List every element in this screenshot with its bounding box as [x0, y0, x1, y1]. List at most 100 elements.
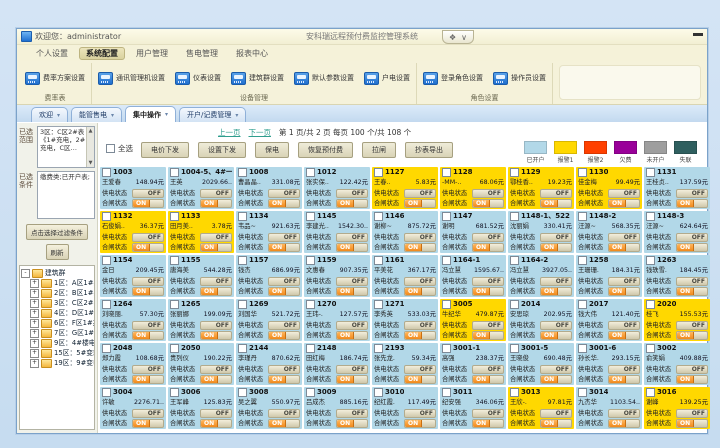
- switch-status-toggle[interactable]: ON: [676, 375, 708, 384]
- ribbon-button[interactable]: 通讯管理机设置: [98, 72, 165, 85]
- switch-status-toggle[interactable]: ON: [472, 243, 504, 252]
- supply-status-toggle[interactable]: OFF: [336, 409, 368, 418]
- selected-range-listbox[interactable]: 3区：C区2#表《1#充电，2#充电，C区… ▲ ▼: [37, 126, 95, 168]
- card-checkbox[interactable]: [442, 212, 451, 221]
- meter-card[interactable]: 1008 曹晶晶.. 331.08元 供电状态 OFF 合闸状态 ON: [236, 167, 302, 209]
- meter-card[interactable]: 1004-5、4#一 王英 2029.66.. 供电状态 OFF 合闸状态 ON: [168, 167, 234, 209]
- supply-status-toggle[interactable]: OFF: [676, 277, 708, 286]
- meter-card[interactable]: 1154 金日 209.45元 供电状态 OFF 合闸状态 ON: [100, 255, 166, 297]
- meter-card[interactable]: 2144 李瑾丹 870.62元 供电状态 OFF 合闸状态 ON: [236, 343, 302, 385]
- card-checkbox[interactable]: [510, 168, 519, 177]
- meter-card[interactable]: 1133 田月美.. 3.78元 供电状态 OFF 合闸状态 ON: [168, 211, 234, 253]
- meter-card[interactable]: 1159 文惠春 907.35元 供电状态 OFF 合闸状态 ON: [304, 255, 370, 297]
- supply-status-toggle[interactable]: OFF: [404, 321, 436, 330]
- supply-status-toggle[interactable]: OFF: [676, 365, 708, 374]
- ribbon-button[interactable]: 操作员设置: [493, 72, 546, 85]
- ribbon-toggle-control[interactable]: ❖ ∨: [442, 30, 474, 44]
- card-checkbox[interactable]: [238, 212, 247, 221]
- switch-status-toggle[interactable]: ON: [472, 375, 504, 384]
- toolbar-button[interactable]: 恢复预付费: [298, 142, 353, 158]
- meter-card[interactable]: 1128 -MM-.. 68.06元 供电状态 OFF 合闸状态 ON: [440, 167, 506, 209]
- meter-card[interactable]: 1263 钱轶雪. 184.45元 供电状态 OFF 合闸状态 ON: [644, 255, 710, 297]
- meter-card[interactable]: 1003 王爱春 148.94元 供电状态 OFF 合闸状态 ON: [100, 167, 166, 209]
- supply-status-toggle[interactable]: OFF: [404, 409, 436, 418]
- meter-card[interactable]: 3009 吕成杰 885.16元 供电状态 OFF 合闸状态 ON: [304, 387, 370, 429]
- switch-status-toggle[interactable]: ON: [608, 419, 640, 428]
- switch-status-toggle[interactable]: ON: [608, 287, 640, 296]
- switch-status-toggle[interactable]: ON: [404, 287, 436, 296]
- meter-card[interactable]: 1258 王珊珊. 184.31元 供电状态 OFF 合闸状态 ON: [576, 255, 642, 297]
- card-checkbox[interactable]: [374, 300, 383, 309]
- supply-status-toggle[interactable]: OFF: [268, 189, 300, 198]
- tree-item[interactable]: + 4区：D区1#井（D区1: [21, 308, 93, 318]
- switch-status-toggle[interactable]: ON: [608, 331, 640, 340]
- ribbon-button[interactable]: 户电设置: [364, 72, 410, 85]
- card-checkbox[interactable]: [306, 388, 315, 397]
- card-checkbox[interactable]: [238, 300, 247, 309]
- select-all-checkbox[interactable]: [106, 144, 115, 153]
- tab-1[interactable]: 能管售电 ▾: [71, 107, 122, 122]
- card-checkbox[interactable]: [170, 300, 179, 309]
- card-checkbox[interactable]: [510, 212, 519, 221]
- switch-status-toggle[interactable]: ON: [608, 243, 640, 252]
- supply-status-toggle[interactable]: OFF: [540, 189, 572, 198]
- card-checkbox[interactable]: [578, 168, 587, 177]
- card-checkbox[interactable]: [238, 344, 247, 353]
- card-checkbox[interactable]: [646, 388, 655, 397]
- card-checkbox[interactable]: [170, 212, 179, 221]
- card-checkbox[interactable]: [170, 256, 179, 265]
- meter-card[interactable]: 2148 田红梅 186.74元 供电状态 OFF 合闸状态 ON: [304, 343, 370, 385]
- switch-status-toggle[interactable]: ON: [540, 375, 572, 384]
- card-checkbox[interactable]: [238, 388, 247, 397]
- meter-card[interactable]: 3001-5 王晓俊 690.48元 供电状态 OFF 合闸状态 ON: [508, 343, 574, 385]
- supply-status-toggle[interactable]: OFF: [132, 189, 164, 198]
- supply-status-toggle[interactable]: OFF: [200, 321, 232, 330]
- switch-status-toggle[interactable]: ON: [268, 331, 300, 340]
- switch-status-toggle[interactable]: ON: [268, 243, 300, 252]
- tree-item[interactable]: + 2区：B区1#井/B区1#: [21, 288, 93, 298]
- card-checkbox[interactable]: [442, 168, 451, 177]
- tree-expander-icon[interactable]: +: [30, 339, 39, 348]
- meter-card[interactable]: 3014 九杰华 1103.54.. 供电状态 OFF 合闸状态 ON: [576, 387, 642, 429]
- switch-status-toggle[interactable]: ON: [472, 419, 504, 428]
- supply-status-toggle[interactable]: OFF: [676, 321, 708, 330]
- card-checkbox[interactable]: [102, 168, 111, 177]
- supply-status-toggle[interactable]: OFF: [268, 365, 300, 374]
- toolbar-button[interactable]: 抄表导出: [405, 142, 453, 158]
- tree-expander-icon[interactable]: +: [30, 309, 39, 318]
- tree-expander-icon[interactable]: +: [30, 329, 39, 338]
- prev-page-link[interactable]: 上一页: [218, 127, 241, 138]
- switch-status-toggle[interactable]: ON: [132, 419, 164, 428]
- switch-status-toggle[interactable]: ON: [404, 419, 436, 428]
- card-checkbox[interactable]: [374, 256, 383, 265]
- supply-status-toggle[interactable]: OFF: [268, 277, 300, 286]
- supply-status-toggle[interactable]: OFF: [608, 365, 640, 374]
- scroll-up-icon[interactable]: ▲: [89, 127, 93, 135]
- toolbar-button[interactable]: 拉闸: [362, 142, 396, 158]
- ribbon-button[interactable]: 仪表设置: [175, 72, 221, 85]
- menu-item-1[interactable]: 系统配置: [79, 47, 125, 60]
- switch-status-toggle[interactable]: ON: [676, 199, 708, 208]
- choose-filter-button[interactable]: 点击选择过滤条件: [26, 224, 88, 240]
- card-checkbox[interactable]: [170, 344, 179, 353]
- switch-status-toggle[interactable]: ON: [200, 243, 232, 252]
- card-checkbox[interactable]: [306, 168, 315, 177]
- supply-status-toggle[interactable]: OFF: [336, 189, 368, 198]
- tab-menu-icon[interactable]: ▾: [57, 112, 60, 119]
- tree-expander-icon[interactable]: -: [21, 269, 30, 278]
- meter-card[interactable]: 3001-6 孙长华. 293.15元 供电状态 OFF 合闸状态 ON: [576, 343, 642, 385]
- meter-card[interactable]: 3013 王欣-. 97.81元 供电状态 OFF 合闸状态 ON: [508, 387, 574, 429]
- switch-status-toggle[interactable]: ON: [132, 331, 164, 340]
- supply-status-toggle[interactable]: OFF: [132, 233, 164, 242]
- supply-status-toggle[interactable]: OFF: [336, 233, 368, 242]
- supply-status-toggle[interactable]: OFF: [540, 409, 572, 418]
- tab-0[interactable]: 欢迎 ▾: [31, 107, 68, 122]
- switch-status-toggle[interactable]: ON: [472, 331, 504, 340]
- supply-status-toggle[interactable]: OFF: [472, 365, 504, 374]
- meter-card[interactable]: 1264 刘晓丽. 57.30元 供电状态 OFF 合闸状态 ON: [100, 299, 166, 341]
- meter-card[interactable]: 1155 唐海美 544.28元 供电状态 OFF 合闸状态 ON: [168, 255, 234, 297]
- tab-menu-icon[interactable]: ▾: [165, 111, 168, 118]
- tree-expander-icon[interactable]: +: [30, 349, 39, 358]
- tab-menu-icon[interactable]: ▾: [235, 112, 238, 119]
- card-checkbox[interactable]: [374, 212, 383, 221]
